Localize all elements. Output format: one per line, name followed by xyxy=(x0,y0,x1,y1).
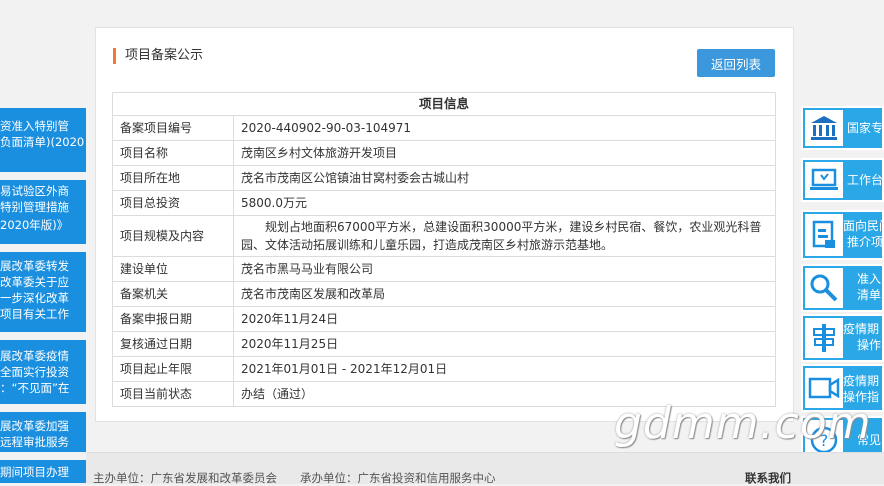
left-banner-2-line2: 特别管理措施 xyxy=(0,200,69,214)
document-icon xyxy=(805,214,843,256)
row-key: 备案申报日期 xyxy=(112,306,234,332)
signpost-icon xyxy=(805,318,843,358)
left-banner-2[interactable]: 易试验区外商 特别管理措施 2020年版)》 xyxy=(0,180,86,244)
table-row: 项目起止年限 2021年01月01日 - 2021年12月01日 xyxy=(112,356,776,382)
laptop-icon xyxy=(805,162,843,198)
table-header-row: 项目信息 xyxy=(112,92,776,116)
row-value: 办结（通过） xyxy=(233,381,776,407)
project-info-table: 项目信息 备案项目编号 2020-440902-90-03-104971 项目名… xyxy=(112,92,776,407)
right-nav-label-2: 推介项 xyxy=(847,235,884,249)
table-row: 项目当前状态 办结（通过） xyxy=(112,381,776,407)
row-key: 备案项目编号 xyxy=(112,115,234,141)
search-icon xyxy=(805,268,843,308)
right-nav-label: 准入 xyxy=(857,272,882,286)
svg-text:?: ? xyxy=(820,431,829,450)
table-row: 备案申报日期 2020年11月24日 xyxy=(112,306,776,332)
table-header: 项目信息 xyxy=(112,92,776,116)
left-banner-3-line4: 项目有关工作 xyxy=(0,307,69,321)
right-quick-nav: 国家专 工作台 面向民间 推介项 准入 清单 疫情期 操作 疫情期 操作指 xyxy=(801,0,884,483)
left-banner-4[interactable]: 展改革委疫情 全面实行投资 ：“不见面”在 xyxy=(0,340,86,404)
table-row: 项目所在地 茂名市茂南区公馆镇油甘窝村委会古城山村 xyxy=(112,165,776,191)
site-footer: 主办单位：广东省发展和改革委员会 承办单位：广东省投资和信用服务中心 联系我们 xyxy=(86,452,884,486)
row-value: 茂名市茂南区公馆镇油甘窝村委会古城山村 xyxy=(233,165,776,191)
right-nav-item-national[interactable]: 国家专 xyxy=(801,106,884,150)
row-key: 项目规模及内容 xyxy=(112,215,234,257)
left-banner-2-line4: 2020年版)》 xyxy=(0,218,69,232)
right-nav-label: 疫情期 xyxy=(843,322,880,336)
right-nav-item-epidemic-video[interactable]: 疫情期 操作指 xyxy=(801,364,884,412)
row-key: 复核通过日期 xyxy=(112,331,234,357)
card-title: 项目备案公示 xyxy=(113,48,203,64)
row-value: 规划占地面积67000平方米，总建设面积30000平方米，建设乡村民宿、餐饮，农… xyxy=(233,215,776,257)
left-banner-1[interactable]: 资准入特别管 负面清单)(2020 xyxy=(0,108,86,172)
right-nav-label: 工作台 xyxy=(847,173,884,187)
right-nav-label-2: 操作 xyxy=(857,338,882,352)
left-banner-5[interactable]: 展改革委加强 远程审批服务 xyxy=(0,412,86,452)
left-banner-5-line1: 展改革委加强 xyxy=(0,419,69,433)
left-banner-5-line2: 远程审批服务 xyxy=(0,435,69,449)
right-nav-item-workbench[interactable]: 工作台 xyxy=(801,158,884,202)
row-value: 茂南区乡村文体旅游开发项目 xyxy=(233,140,776,166)
right-nav-label-2: 操作指 xyxy=(843,390,880,404)
row-key: 建设单位 xyxy=(112,256,234,282)
right-nav-label: 国家专 xyxy=(847,121,884,135)
row-value: 2021年01月01日 - 2021年12月01日 xyxy=(233,356,776,382)
left-banner-6-line1: 期间项目办理 xyxy=(0,465,69,479)
table-row: 备案机关 茂名市茂南区发展和改革局 xyxy=(112,281,776,307)
table-row: 复核通过日期 2020年11月25日 xyxy=(112,331,776,357)
row-value: 2020-440902-90-03-104971 xyxy=(233,115,776,141)
left-banner-column: 资准入特别管 负面清单)(2020 易试验区外商 特别管理措施 2020年版)》… xyxy=(0,0,86,483)
table-row: 项目总投资 5800.0万元 xyxy=(112,190,776,216)
right-nav-label-2: 清单 xyxy=(857,288,882,302)
footer-host: 主办单位：广东省发展和改革委员会 xyxy=(93,471,277,485)
table-row: 备案项目编号 2020-440902-90-03-104971 xyxy=(112,115,776,141)
row-key: 备案机关 xyxy=(112,281,234,307)
left-banner-1-line2: 负面清单)(2020 xyxy=(0,135,85,149)
left-banner-3[interactable]: 展改革委转发 改革委关于应 一步深化改革 项目有关工作 xyxy=(0,252,86,332)
left-banner-2-line1: 易试验区外商 xyxy=(0,184,69,198)
left-banner-3-line2: 改革委关于应 xyxy=(0,275,69,289)
row-key: 项目名称 xyxy=(112,140,234,166)
back-to-list-button[interactable]: 返回列表 xyxy=(697,49,775,77)
left-banner-3-line3: 一步深化改革 xyxy=(0,291,69,305)
row-value: 茂名市黑马马业有限公司 xyxy=(233,256,776,282)
table-row: 项目名称 茂南区乡村文体旅游开发项目 xyxy=(112,140,776,166)
right-nav-label: 面向民间 xyxy=(843,219,882,233)
right-nav-label: 常见 xyxy=(857,433,882,447)
right-nav-item-access-list[interactable]: 准入 清单 xyxy=(801,264,884,312)
left-banner-4-line3: ：“不见面”在 xyxy=(0,381,70,395)
left-banner-1-line1: 资准入特别管 xyxy=(0,119,69,133)
row-value: 茂名市茂南区发展和改革局 xyxy=(233,281,776,307)
right-nav-label: 疫情期 xyxy=(843,374,880,388)
footer-organizer: 承办单位：广东省投资和信用服务中心 xyxy=(300,471,496,485)
left-banner-4-line1: 展改革委疫情 xyxy=(0,349,69,363)
left-banner-6[interactable]: 期间项目办理 xyxy=(0,460,86,483)
row-key: 项目所在地 xyxy=(112,165,234,191)
table-row: 建设单位 茂名市黑马马业有限公司 xyxy=(112,256,776,282)
row-key: 项目当前状态 xyxy=(112,381,234,407)
right-nav-item-epidemic-guide[interactable]: 疫情期 操作 xyxy=(801,314,884,362)
right-nav-item-private-projects[interactable]: 面向民间 推介项 xyxy=(801,210,884,260)
bank-icon xyxy=(805,110,843,146)
project-record-card: 项目备案公示 返回列表 项目信息 备案项目编号 2020-440902-90-0… xyxy=(95,27,794,422)
video-icon xyxy=(805,368,843,408)
left-banner-3-line1: 展改革委转发 xyxy=(0,259,69,273)
contact-us-link[interactable]: 联系我们 xyxy=(745,470,791,486)
row-key: 项目起止年限 xyxy=(112,356,234,382)
row-value: 2020年11月25日 xyxy=(233,331,776,357)
row-value: 2020年11月24日 xyxy=(233,306,776,332)
row-key: 项目总投资 xyxy=(112,190,234,216)
table-row: 项目规模及内容 规划占地面积67000平方米，总建设面积30000平方米，建设乡… xyxy=(112,215,776,257)
row-value: 5800.0万元 xyxy=(233,190,776,216)
left-banner-4-line2: 全面实行投资 xyxy=(0,365,69,379)
